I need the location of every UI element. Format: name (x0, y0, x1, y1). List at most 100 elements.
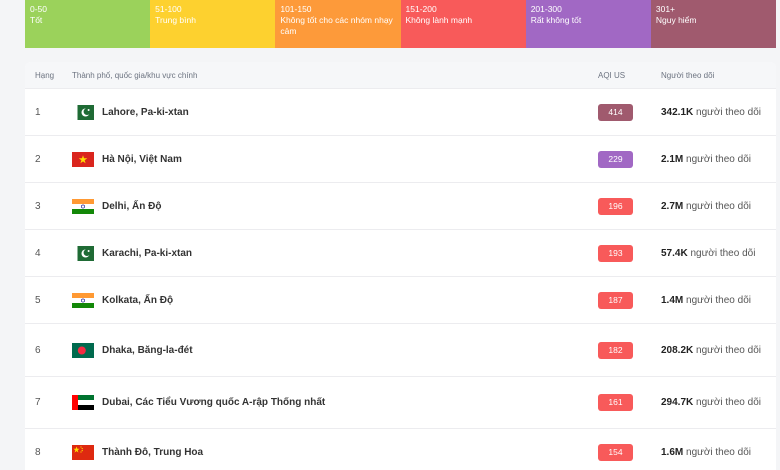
city-name[interactable]: Dubai, Các Tiểu Vương quốc A-rập Thống n… (102, 397, 325, 408)
city-name[interactable]: Delhi, Ấn Độ (102, 201, 161, 212)
header-rank: Hạng (35, 70, 55, 80)
aqi-badge: 193 (598, 244, 633, 262)
followers-text: 2.1M người theo dõi (661, 153, 766, 166)
followers-text: 294.7K người theo dõi (661, 396, 766, 409)
aqi-scale-label: Không tốt cho các nhóm nhạy cảm (280, 15, 393, 36)
aqi-badge: 414 (598, 103, 633, 121)
india-flag-icon (72, 292, 94, 308)
aqi-badge: 154 (598, 443, 633, 461)
city-name[interactable]: Lahore, Pa-ki-xtan (102, 107, 189, 118)
city-cell[interactable]: Dubai, Các Tiểu Vương quốc A-rập Thống n… (70, 395, 598, 410)
table-row[interactable]: 7 Dubai, Các Tiểu Vương quốc A-rập Thống … (25, 376, 776, 428)
city-name[interactable]: Thành Đô, Trung Hoa (102, 447, 203, 458)
followers-text: 2.7M người theo dõi (661, 200, 766, 213)
city-cell[interactable]: Kolkata, Ấn Độ (70, 292, 598, 308)
aqi-cell: 182 (598, 341, 658, 359)
aqi-badge: 187 (598, 291, 633, 309)
followers-cell: 1.6M người theo dõi (658, 446, 776, 459)
city-cell[interactable]: Delhi, Ấn Độ (70, 198, 598, 214)
pakistan-flag-icon (72, 104, 94, 120)
followers-text: 208.2K người theo dõi (661, 344, 766, 357)
followers-label: người theo dõi (686, 294, 751, 306)
city-cell[interactable]: Dhaka, Băng-la-đét (70, 342, 598, 358)
table-row[interactable]: 1 Lahore, Pa-ki-xtan 414 342.1K người theo … (25, 88, 776, 135)
aqi-scale-label: Không lành mạnh (405, 15, 473, 25)
table-row[interactable]: 6 Dhaka, Băng-la-đét 182 208.2K người theo … (25, 323, 776, 376)
followers-label: người theo dõi (686, 446, 751, 458)
rank-cell: 7 (35, 397, 41, 408)
table-body: 1 Lahore, Pa-ki-xtan 414 342.1K người theo … (25, 88, 776, 470)
rank-cell: 4 (35, 247, 41, 259)
followers-count: 294.7K (661, 397, 694, 408)
city-name[interactable]: Kolkata, Ấn Độ (102, 295, 173, 306)
table-row[interactable]: 2 Hà Nội, Việt Nam 229 2.1M người theo dõi (25, 135, 776, 182)
rank-cell: 8 (35, 446, 41, 458)
india-flag-icon (72, 198, 94, 214)
aqi-cell: 193 (598, 244, 658, 262)
aqi-scale-segment: 201-300 Rất không tốt (525, 0, 651, 48)
table-row[interactable]: 4 Karachi, Pa-ki-xtan 193 57.4K người theo … (25, 229, 776, 276)
followers-cell: 294.7K người theo dõi (658, 396, 776, 409)
followers-cell: 2.1M người theo dõi (658, 153, 776, 166)
rank-cell: 1 (35, 106, 41, 118)
aqi-badge: 182 (598, 341, 633, 359)
city-cell[interactable]: Lahore, Pa-ki-xtan (70, 104, 598, 120)
city-cell[interactable]: Thành Đô, Trung Hoa (70, 444, 598, 460)
followers-count: 2.1M (661, 153, 684, 165)
rank-cell: 6 (35, 344, 41, 356)
header-followers: Người theo dõi (661, 70, 715, 80)
aqi-scale-range: 301+ (655, 4, 676, 14)
header-city: Thành phố, quốc gia/khu vực chính (72, 70, 198, 80)
city-name[interactable]: Dhaka, Băng-la-đét (102, 345, 193, 356)
pakistan-flag-icon (72, 245, 94, 261)
aqi-badge: 161 (598, 394, 633, 411)
followers-label: người theo dõi (686, 153, 751, 165)
followers-label: người theo dõi (686, 200, 751, 212)
bangladesh-flag-icon (72, 342, 94, 358)
aqi-scale-segment: 51-100 Trung bình (150, 0, 276, 48)
rank-cell: 2 (35, 153, 41, 165)
table-row[interactable]: 3 Delhi, Ấn Độ 196 2.7M người theo dõi (25, 182, 776, 229)
followers-count: 342.1K (661, 106, 694, 118)
china-flag-icon (72, 444, 94, 460)
followers-cell: 208.2K người theo dõi (658, 344, 776, 357)
aqi-scale-range: 101-150 (280, 4, 312, 14)
aqi-scale-segment: 301+ Nguy hiểm (650, 0, 777, 48)
followers-count: 1.4M (661, 294, 684, 306)
table-row[interactable]: 5 Kolkata, Ấn Độ 187 1.4M người theo dõi (25, 276, 776, 323)
followers-text: 1.6M người theo dõi (661, 446, 766, 459)
followers-count: 2.7M (661, 200, 684, 212)
aqi-cell: 187 (598, 291, 658, 309)
followers-cell: 1.4M người theo dõi (658, 294, 776, 307)
aqi-scale-label: Trung bình (155, 15, 196, 25)
city-ranking-table: Hạng Thành phố, quốc gia/khu vực chính A… (25, 62, 776, 470)
followers-label: người theo dõi (696, 106, 761, 118)
aqi-scale-label: Nguy hiểm (655, 15, 697, 25)
aqi-cell: 196 (598, 197, 658, 215)
followers-count: 1.6M (661, 446, 684, 458)
city-cell[interactable]: Karachi, Pa-ki-xtan (70, 245, 598, 261)
aqi-scale-range: 0-50 (30, 4, 48, 14)
vietnam-flag-icon (72, 151, 94, 167)
followers-cell: 57.4K người theo dõi (658, 247, 776, 260)
followers-label: người theo dõi (690, 247, 756, 259)
followers-count: 57.4K (661, 247, 688, 259)
city-name[interactable]: Karachi, Pa-ki-xtan (102, 248, 192, 259)
header-aqi: AQI US (598, 70, 626, 80)
aqi-cell: 229 (598, 150, 658, 168)
followers-cell: 2.7M người theo dõi (658, 200, 776, 213)
followers-label: người theo dõi (696, 344, 761, 356)
aqi-scale-segment: 0-50 Tốt (25, 0, 151, 48)
aqi-scale-range: 51-100 (155, 4, 182, 14)
aqi-scale-range: 201-300 (530, 4, 562, 14)
aqi-scale-label: Tốt (30, 15, 43, 25)
followers-label: người theo dõi (696, 397, 761, 408)
rank-cell: 5 (35, 294, 41, 306)
uae-flag-icon (72, 395, 94, 410)
city-name[interactable]: Hà Nội, Việt Nam (102, 154, 182, 165)
aqi-cell: 414 (598, 103, 658, 121)
followers-text: 1.4M người theo dõi (661, 294, 766, 307)
aqi-scale-range: 151-200 (405, 4, 437, 14)
city-cell[interactable]: Hà Nội, Việt Nam (70, 151, 598, 167)
table-row[interactable]: 8 Thành Đô, Trung Hoa 154 1.6M người theo d… (25, 428, 776, 470)
